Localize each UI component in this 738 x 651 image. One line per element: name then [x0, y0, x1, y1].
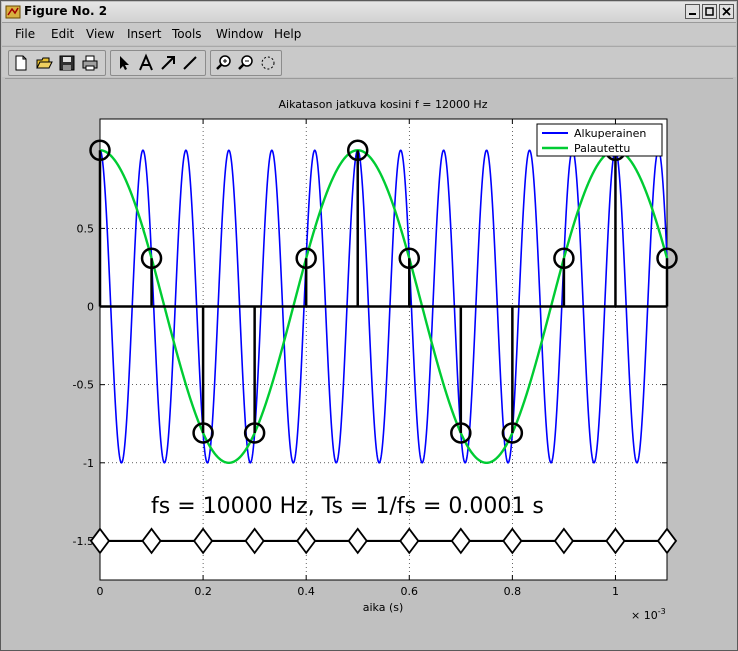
- x-tick-label: 0.8: [504, 585, 522, 598]
- new-file-icon[interactable]: [11, 53, 31, 73]
- y-tick-label: 0.5: [77, 222, 95, 235]
- x-tick-label: 0.6: [401, 585, 419, 598]
- toolbar-group-annotate: [110, 50, 206, 76]
- menu-help[interactable]: Help: [274, 27, 301, 41]
- chart-title: Aikatason jatkuva kosini f = 12000 Hz: [279, 98, 488, 111]
- menu-window[interactable]: Window: [216, 27, 263, 41]
- window-title: Figure No. 2: [24, 4, 108, 18]
- legend-label-palautettu: Palautettu: [574, 142, 630, 155]
- x-tick-label: 0.4: [297, 585, 315, 598]
- zoom-in-icon[interactable]: [214, 53, 234, 73]
- x-tick-label: 1: [612, 585, 619, 598]
- app-icon: [5, 5, 21, 19]
- x-exponent-value: -3: [658, 607, 666, 616]
- toolbar: [2, 46, 736, 77]
- toolbar-group-file: [8, 50, 106, 76]
- close-icon: [722, 7, 731, 16]
- figure-area: 0 0.2 0.4 0.6 0.8 1 -1.5 -1 -0.5 0 0.5 Aikatason …: [5, 78, 733, 647]
- arrow-select-icon[interactable]: [114, 53, 134, 73]
- menu-view[interactable]: View: [86, 27, 114, 41]
- close-button[interactable]: [719, 4, 734, 19]
- x-exponent-base: × 10: [631, 609, 658, 622]
- legend-label-alkuperainen: Alkuperainen: [574, 127, 646, 140]
- rotate-icon[interactable]: [258, 53, 278, 73]
- menu-bar: File Edit View Insert Tools Window Help: [2, 23, 736, 45]
- minimize-icon: [689, 13, 696, 15]
- menu-file[interactable]: File: [15, 27, 35, 41]
- y-tick-label: 0: [87, 301, 94, 314]
- figure-window: Figure No. 2 File Edit View Insert Tools…: [0, 0, 738, 651]
- menu-edit[interactable]: Edit: [51, 27, 74, 41]
- title-bar[interactable]: Figure No. 2: [2, 2, 736, 23]
- maximize-icon: [705, 7, 714, 16]
- x-tick-label: 0: [97, 585, 104, 598]
- print-icon[interactable]: [80, 53, 100, 73]
- save-icon[interactable]: [57, 53, 77, 73]
- line-insert-icon[interactable]: [180, 53, 200, 73]
- maximize-button[interactable]: [702, 4, 717, 19]
- text-insert-icon[interactable]: [136, 53, 156, 73]
- x-tick-label: 0.2: [194, 585, 212, 598]
- menu-insert[interactable]: Insert: [127, 27, 161, 41]
- open-folder-icon[interactable]: [34, 53, 54, 73]
- x-axis-label: aika (s): [363, 601, 404, 614]
- chart: 0 0.2 0.4 0.6 0.8 1 -1.5-1-0.500.5 Aikatason …: [73, 98, 678, 622]
- menu-tools[interactable]: Tools: [172, 27, 202, 41]
- x-exponent-label: × 10-3: [631, 607, 666, 622]
- y-tick-label: -0.5: [73, 379, 94, 392]
- toolbar-group-zoom: [210, 50, 282, 76]
- minimize-button[interactable]: [685, 4, 700, 19]
- zoom-out-icon[interactable]: [236, 53, 256, 73]
- sampling-annotation: fs = 10000 Hz, Ts = 1/fs = 0.0001 s: [151, 494, 544, 519]
- arrow-insert-icon[interactable]: [158, 53, 178, 73]
- legend: Alkuperainen Palautettu: [536, 123, 663, 157]
- y-tick-label: -1: [83, 457, 94, 470]
